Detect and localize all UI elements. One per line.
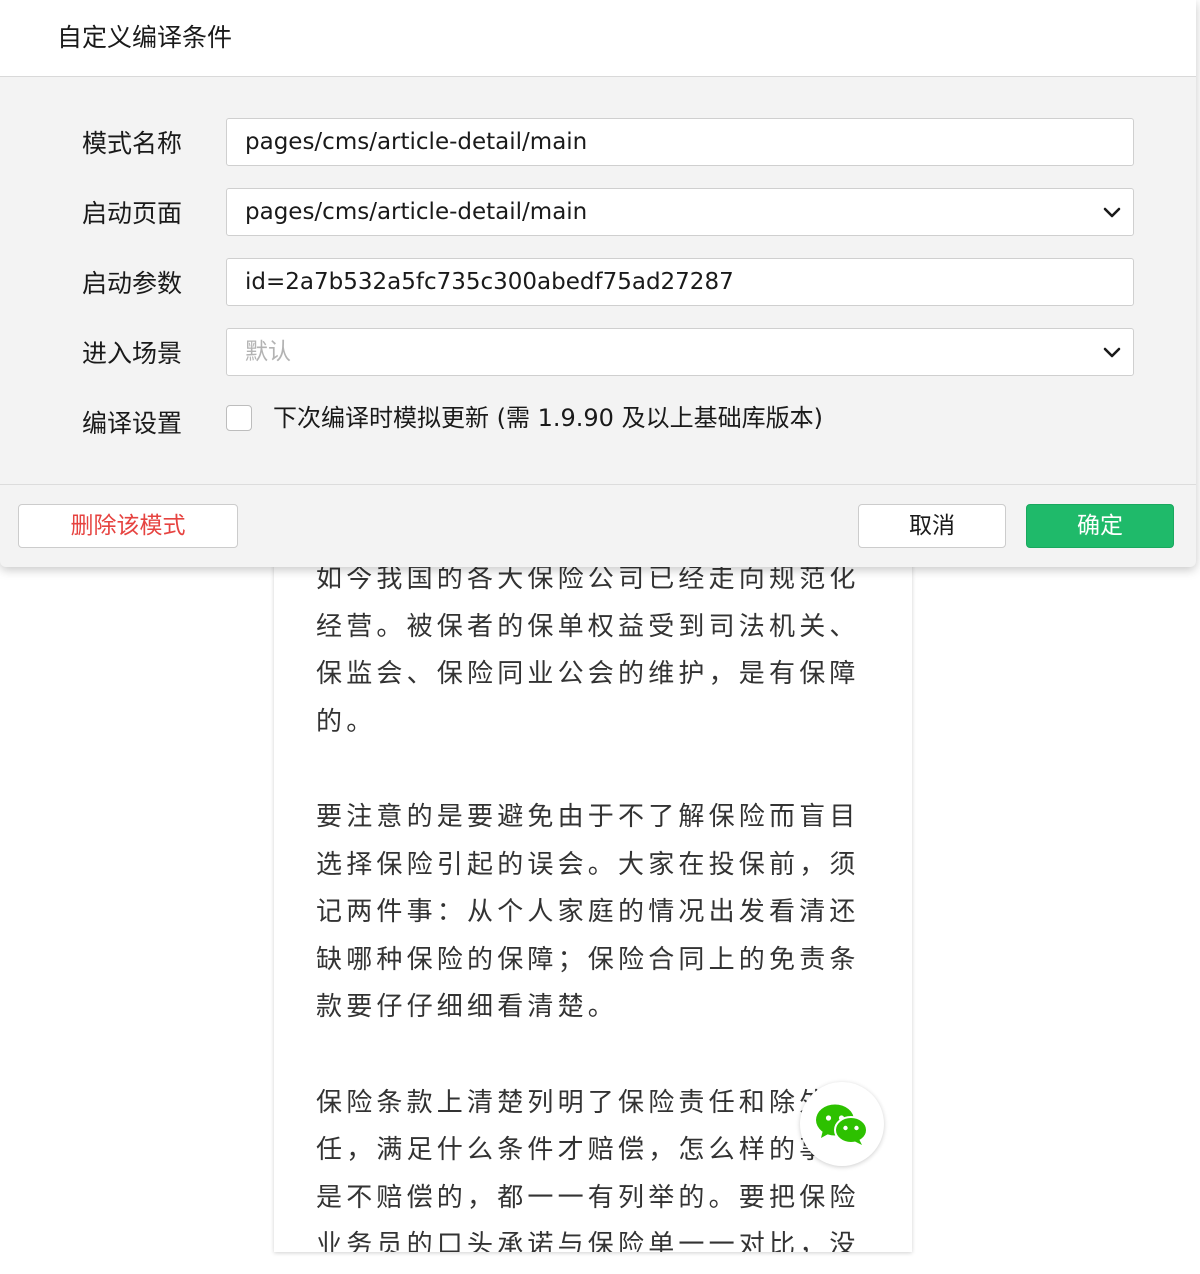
- scene-select[interactable]: 默认: [226, 328, 1134, 376]
- dialog-title: 自定义编译条件: [57, 23, 233, 52]
- article-body: 如今我国的各大保险公司已经走向规范化经营。被保者的保单权益受到司法机关、保监会、…: [316, 556, 872, 1252]
- scene-label: 进入场景: [82, 339, 183, 368]
- article-paragraph: 保险条款上清楚列明了保险责任和除外责任，满足什么条件才赔偿，怎么样的事故是不赔偿…: [316, 1087, 860, 1253]
- start-params-input[interactable]: [227, 259, 1133, 305]
- start-page-value: pages/cms/article-detail/main: [245, 199, 588, 225]
- start-params-field-wrapper: [226, 258, 1134, 306]
- dialog-footer: 删除该模式 取消 确定: [0, 484, 1196, 567]
- mode-name-label: 模式名称: [82, 129, 183, 158]
- chevron-down-icon: [1103, 347, 1121, 358]
- wechat-icon: [816, 1104, 868, 1145]
- start-page-label: 启动页面: [82, 199, 183, 228]
- wechat-share-button[interactable]: [800, 1082, 884, 1166]
- start-page-select[interactable]: pages/cms/article-detail/main: [226, 188, 1134, 236]
- mode-name-field-wrapper: [226, 118, 1134, 166]
- delete-mode-button[interactable]: 删除该模式: [18, 504, 238, 548]
- compile-settings-label: 编译设置: [82, 409, 183, 438]
- cancel-button[interactable]: 取消: [858, 504, 1006, 548]
- article-paragraph: 要注意的是要避免由于不了解保险而盲目选择保险引起的误会。大家在投保前，须记两件事…: [316, 802, 860, 1022]
- article-paragraph: 如今我国的各大保险公司已经走向规范化经营。被保者的保单权益受到司法机关、保监会、…: [316, 564, 860, 737]
- confirm-button[interactable]: 确定: [1026, 504, 1174, 548]
- dialog-header: 自定义编译条件: [0, 0, 1196, 77]
- chevron-down-icon: [1103, 207, 1121, 218]
- custom-compile-dialog: 自定义编译条件 模式名称 启动页面 pages/cms/article-deta…: [0, 0, 1196, 567]
- scene-placeholder: 默认: [245, 339, 291, 365]
- simulate-update-label[interactable]: 下次编译时模拟更新 (需 1.9.90 及以上基础库版本): [273, 400, 823, 436]
- mode-name-input[interactable]: [227, 119, 1133, 165]
- start-params-label: 启动参数: [82, 269, 183, 298]
- simulate-update-checkbox[interactable]: [226, 405, 252, 431]
